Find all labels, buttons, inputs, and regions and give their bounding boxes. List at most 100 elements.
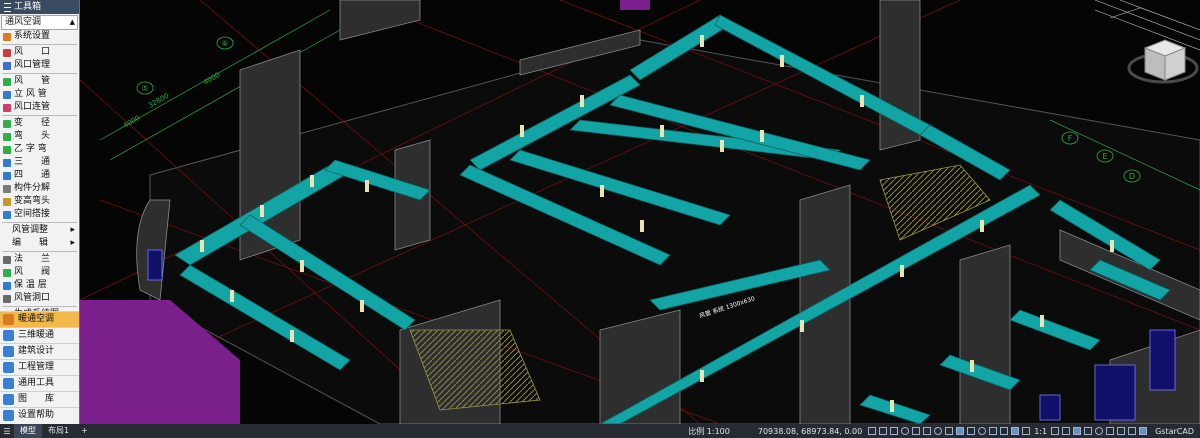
toolbox-item-label: 乙 字 弯	[14, 144, 47, 154]
toolbox-item-duct-opening[interactable]: 风管洞口	[0, 292, 79, 305]
toolbox-item-label: 法 兰	[14, 254, 51, 264]
units-icon[interactable]	[1073, 427, 1082, 435]
reducer-icon	[3, 119, 11, 128]
grid-label-f: F	[1068, 134, 1073, 143]
purple-zone-top	[620, 0, 650, 10]
module-hvac[interactable]: 暖通空调	[0, 311, 79, 327]
isolate-icon[interactable]	[1106, 427, 1115, 435]
lineweight-icon[interactable]	[945, 427, 954, 435]
toolbox-item-outlet-connector[interactable]: 风口连管	[0, 101, 79, 114]
category-dropdown[interactable]: 通风空调 ▲	[1, 15, 78, 30]
osnap-icon[interactable]	[912, 427, 921, 435]
architecture-icon	[3, 346, 14, 357]
hvac-icon	[3, 314, 14, 325]
quick-properties-icon[interactable]	[1084, 427, 1093, 435]
module-help[interactable]: 设置帮助	[0, 407, 79, 423]
ortho-icon[interactable]	[890, 427, 899, 435]
toolbox-item-insulation[interactable]: 保 温 层	[0, 279, 79, 292]
annotation-monitor-icon[interactable]	[1062, 427, 1071, 435]
workspace-icon[interactable]	[1051, 427, 1060, 435]
grid-icon[interactable]	[868, 427, 877, 435]
toolbox-panel: 工具箱 通风空调 ▲ 系统设置 风 口风口管理 风 管立 风 管风口连管 变 径…	[0, 0, 80, 424]
toolbox-item-flange[interactable]: 法 兰	[0, 253, 79, 266]
toolbox-item-tee[interactable]: 三 通	[0, 156, 79, 169]
status-tools	[1051, 427, 1148, 435]
grid-label-d: D	[1129, 172, 1135, 181]
annotation-visibility-icon[interactable]	[1011, 427, 1020, 435]
dyn-icon[interactable]	[934, 427, 943, 435]
toolbox-item-space-joint[interactable]: 空间搭接	[0, 208, 79, 221]
submenu-duct-adjust[interactable]: 风管调整 ▸	[0, 224, 79, 237]
module-architecture[interactable]: 建筑设计	[0, 343, 79, 359]
toolbox-item-offset[interactable]: 乙 字 弯	[0, 143, 79, 156]
toolbox-item-decompose[interactable]: 构件分解	[0, 182, 79, 195]
toolbox-title-bar[interactable]: 工具箱	[0, 0, 79, 14]
submenu-label: 风管调整	[12, 225, 49, 235]
toolbox-item-cross[interactable]: 四 通	[0, 169, 79, 182]
outlet-connector-icon	[3, 103, 11, 112]
zoom-ratio[interactable]: 1:1	[1034, 427, 1047, 436]
toolbox-item-damper[interactable]: 风 阀	[0, 266, 79, 279]
toolbox-item-reducer[interactable]: 变 径	[0, 117, 79, 130]
toolbox-item-outlet-manager[interactable]: 风口管理	[0, 59, 79, 72]
cad-3d-scene[interactable]: ⑥ ⑤ F E D 4000 32800 4000 风管 系统 1300x630	[0, 0, 1200, 424]
submenu-label: 编 辑	[12, 238, 49, 248]
toolbox-item-vertical-duct[interactable]: 立 风 管	[0, 88, 79, 101]
coordinate-readout: 70938.08, 68973.84, 0.00	[757, 426, 863, 436]
3d-osnap-icon[interactable]	[978, 427, 987, 435]
selection-cycle-icon[interactable]	[967, 427, 976, 435]
scale-display[interactable]: 比例 1:100	[688, 426, 730, 437]
gizmo-icon[interactable]	[1000, 427, 1009, 435]
submenu-edit[interactable]: 编 辑 ▸	[0, 237, 79, 250]
clean-screen-icon[interactable]	[1128, 427, 1137, 435]
ucs-icon[interactable]	[989, 427, 998, 435]
app-name: GstarCAD	[1155, 426, 1194, 436]
divider	[2, 306, 77, 307]
toolbox-item-label: 四 通	[14, 170, 51, 180]
customization-icon[interactable]	[1139, 427, 1148, 435]
toolbox-item-label: 三 通	[14, 157, 51, 167]
toolbox-item-duct[interactable]: 风 管	[0, 75, 79, 88]
toolbox-item-label: 弯 头	[14, 131, 51, 141]
otrack-icon[interactable]	[923, 427, 932, 435]
hardware-accel-icon[interactable]	[1117, 427, 1126, 435]
title-block	[1094, 0, 1200, 51]
module-project[interactable]: 工程管理	[0, 359, 79, 375]
toolbox-item-label: 立 风 管	[14, 89, 47, 99]
toolbox-item-elbow[interactable]: 弯 头	[0, 130, 79, 143]
drawing-viewport[interactable]: ⑥ ⑤ F E D 4000 32800 4000 风管 系统 1300x630	[0, 0, 1200, 424]
lock-ui-icon[interactable]	[1095, 427, 1104, 435]
module-tools[interactable]: 通用工具	[0, 375, 79, 391]
transparency-icon[interactable]	[956, 427, 965, 435]
module-library[interactable]: 图 库	[0, 391, 79, 407]
elbow-icon	[3, 132, 11, 141]
toolbox-title: 工具箱	[14, 2, 42, 12]
air-outlet-icon	[3, 48, 11, 57]
module-3d-hvac[interactable]: 三维暖通	[0, 327, 79, 343]
tab-model[interactable]: 模型	[14, 424, 42, 438]
divider	[2, 73, 77, 74]
toolbox-item-gear[interactable]: 系统设置	[0, 30, 79, 43]
toolbox-item-air-outlet[interactable]: 风 口	[0, 46, 79, 59]
menu-icon[interactable]	[4, 2, 11, 12]
divider	[2, 222, 77, 223]
snap-icon[interactable]	[879, 427, 888, 435]
toolbox-item-label: 系统设置	[14, 31, 51, 41]
duct-icon	[3, 77, 11, 86]
annotation-scale-icon[interactable]	[1022, 427, 1031, 435]
dimension-4000-a: 4000	[122, 114, 141, 130]
tee-icon	[3, 158, 11, 167]
view-cube[interactable]	[1127, 39, 1199, 84]
tab-layout1[interactable]: 布局1	[42, 424, 75, 438]
module-label: 通用工具	[18, 378, 55, 388]
add-tab-button[interactable]: +	[75, 424, 94, 438]
category-value: 通风空调	[5, 17, 42, 27]
toolbox-item-height-elbow[interactable]: 变高弯头	[0, 195, 79, 208]
toolbox-item-label: 风 口	[14, 47, 51, 57]
polar-icon[interactable]	[901, 427, 910, 435]
module-label: 三维暖通	[18, 330, 55, 340]
toolbox-item-label: 空间搭接	[14, 209, 51, 219]
module-switcher: 暖通空调三维暖通建筑设计 工程管理通用工具图 库设置帮助	[0, 311, 79, 423]
module-label: 图 库	[18, 394, 55, 404]
layout-menu-icon[interactable]: ☰	[0, 427, 14, 436]
